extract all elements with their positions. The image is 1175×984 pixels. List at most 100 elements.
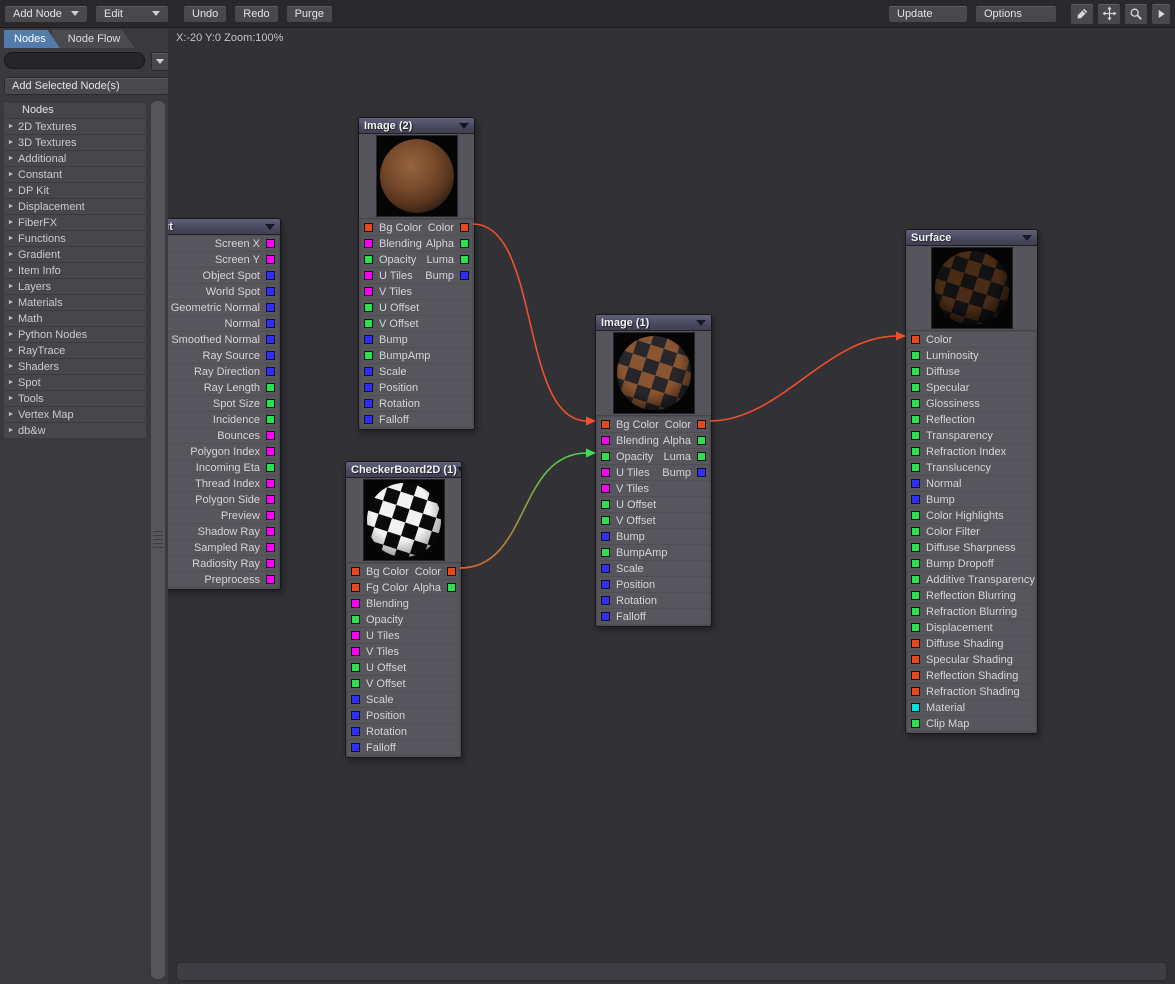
pan-tool-button[interactable] xyxy=(1097,3,1121,25)
port-input-geometric-normal-output[interactable] xyxy=(266,303,275,312)
port-input-normal-output[interactable] xyxy=(266,319,275,328)
port-input-shadow-ray-output[interactable] xyxy=(266,527,275,536)
node-title-image2[interactable]: Image (2) xyxy=(359,118,474,134)
sidebar-item-python-nodes[interactable]: ►Python Nodes xyxy=(4,327,146,342)
port-image1-bump-input[interactable] xyxy=(601,532,610,541)
port-surface-clip-map-input[interactable] xyxy=(911,719,920,728)
port-image1-color-output[interactable] xyxy=(697,420,706,429)
port-surface-material-input[interactable] xyxy=(911,703,920,712)
port-checkerboard2d-color-output[interactable] xyxy=(447,567,456,576)
canvas-horizontal-scrollbar[interactable] xyxy=(176,962,1167,981)
node-title-image1[interactable]: Image (1) xyxy=(596,315,711,331)
port-image1-v-tiles-input[interactable] xyxy=(601,484,610,493)
port-surface-refraction-shading-input[interactable] xyxy=(911,687,920,696)
port-surface-refraction-index-input[interactable] xyxy=(911,447,920,456)
tab-nodes[interactable]: Nodes xyxy=(4,30,60,48)
port-input-sampled-ray-output[interactable] xyxy=(266,543,275,552)
port-input-polygon-side-output[interactable] xyxy=(266,495,275,504)
sidebar-item-item-info[interactable]: ►Item Info xyxy=(4,263,146,278)
port-input-smoothed-normal-output[interactable] xyxy=(266,335,275,344)
port-input-object-spot-output[interactable] xyxy=(266,271,275,280)
add-node-dropdown[interactable]: Add Node xyxy=(4,5,88,23)
sidebar-item-fiberfx[interactable]: ►FiberFX xyxy=(4,215,146,230)
port-image1-blending-input[interactable] xyxy=(601,436,610,445)
port-image2-u-tiles-input[interactable] xyxy=(364,271,373,280)
port-image2-luma-output[interactable] xyxy=(460,255,469,264)
port-input-ray-direction-output[interactable] xyxy=(266,367,275,376)
port-surface-translucency-input[interactable] xyxy=(911,463,920,472)
port-surface-transparency-input[interactable] xyxy=(911,431,920,440)
port-surface-specular-input[interactable] xyxy=(911,383,920,392)
port-surface-color-highlights-input[interactable] xyxy=(911,511,920,520)
port-checkerboard2d-opacity-input[interactable] xyxy=(351,615,360,624)
port-input-preprocess-output[interactable] xyxy=(266,575,275,584)
port-image1-luma-output[interactable] xyxy=(697,452,706,461)
port-input-incoming-eta-output[interactable] xyxy=(266,463,275,472)
port-surface-additive-transparency-input[interactable] xyxy=(911,575,920,584)
sidebar-item-3d-textures[interactable]: ►3D Textures xyxy=(4,135,146,150)
port-input-radiosity-ray-output[interactable] xyxy=(266,559,275,568)
port-image2-opacity-input[interactable] xyxy=(364,255,373,264)
port-image2-bumpamp-input[interactable] xyxy=(364,351,373,360)
port-surface-diffuse-shading-input[interactable] xyxy=(911,639,920,648)
port-image1-u-tiles-input[interactable] xyxy=(601,468,610,477)
port-checkerboard2d-u-offset-input[interactable] xyxy=(351,663,360,672)
node-title-input[interactable]: Input xyxy=(168,219,280,235)
port-image2-position-input[interactable] xyxy=(364,383,373,392)
port-image2-rotation-input[interactable] xyxy=(364,399,373,408)
port-checkerboard2d-rotation-input[interactable] xyxy=(351,727,360,736)
purge-button[interactable]: Purge xyxy=(286,5,333,23)
node-search-input[interactable] xyxy=(4,52,145,69)
sidebar-item-db-w[interactable]: ►db&w xyxy=(4,423,146,438)
port-checkerboard2d-falloff-input[interactable] xyxy=(351,743,360,752)
tab-node-flow[interactable]: Node Flow xyxy=(52,30,135,48)
port-surface-luminosity-input[interactable] xyxy=(911,351,920,360)
port-checkerboard2d-fg-color-input[interactable] xyxy=(351,583,360,592)
sidebar-item-additional[interactable]: ►Additional xyxy=(4,151,146,166)
port-input-screen-x-output[interactable] xyxy=(266,239,275,248)
port-input-screen-y-output[interactable] xyxy=(266,255,275,264)
sidebar-item-dp-kit[interactable]: ►DP Kit xyxy=(4,183,146,198)
sidebar-item-shaders[interactable]: ►Shaders xyxy=(4,359,146,374)
port-image2-v-tiles-input[interactable] xyxy=(364,287,373,296)
sidebar-item-tools[interactable]: ►Tools xyxy=(4,391,146,406)
sidebar-item-raytrace[interactable]: ►RayTrace xyxy=(4,343,146,358)
port-image1-position-input[interactable] xyxy=(601,580,610,589)
draw-wire-tool-button[interactable] xyxy=(1070,3,1094,25)
port-image2-v-offset-input[interactable] xyxy=(364,319,373,328)
port-surface-diffuse-input[interactable] xyxy=(911,367,920,376)
port-input-thread-index-output[interactable] xyxy=(266,479,275,488)
port-surface-displacement-input[interactable] xyxy=(911,623,920,632)
redo-button[interactable]: Redo xyxy=(234,5,278,23)
sidebar-item-math[interactable]: ►Math xyxy=(4,311,146,326)
port-surface-normal-input[interactable] xyxy=(911,479,920,488)
node-title-checkerboard2d[interactable]: CheckerBoard2D (1) xyxy=(346,462,461,478)
sidebar-item-materials[interactable]: ►Materials xyxy=(4,295,146,310)
port-image1-bumpamp-input[interactable] xyxy=(601,548,610,557)
sidebar-scrollbar[interactable] xyxy=(150,100,166,980)
port-image2-u-offset-input[interactable] xyxy=(364,303,373,312)
port-input-world-spot-output[interactable] xyxy=(266,287,275,296)
port-image2-bg-color-input[interactable] xyxy=(364,223,373,232)
edit-dropdown[interactable]: Edit xyxy=(95,5,169,23)
port-image1-falloff-input[interactable] xyxy=(601,612,610,621)
port-checkerboard2d-v-tiles-input[interactable] xyxy=(351,647,360,656)
port-image2-bump-input[interactable] xyxy=(364,335,373,344)
port-surface-color-filter-input[interactable] xyxy=(911,527,920,536)
port-input-incidence-output[interactable] xyxy=(266,415,275,424)
port-image1-alpha-output[interactable] xyxy=(697,436,706,445)
port-surface-glossiness-input[interactable] xyxy=(911,399,920,408)
port-checkerboard2d-v-offset-input[interactable] xyxy=(351,679,360,688)
port-checkerboard2d-bg-color-input[interactable] xyxy=(351,567,360,576)
port-image2-scale-input[interactable] xyxy=(364,367,373,376)
options-button[interactable]: Options xyxy=(975,5,1057,23)
sidebar-item-displacement[interactable]: ►Displacement xyxy=(4,199,146,214)
port-image1-opacity-input[interactable] xyxy=(601,452,610,461)
node-title-surface[interactable]: Surface xyxy=(906,230,1037,246)
port-input-ray-length-output[interactable] xyxy=(266,383,275,392)
port-checkerboard2d-position-input[interactable] xyxy=(351,711,360,720)
sidebar-item-functions[interactable]: ►Functions xyxy=(4,231,146,246)
port-image2-color-output[interactable] xyxy=(460,223,469,232)
sidebar-item-constant[interactable]: ►Constant xyxy=(4,167,146,182)
sidebar-item-vertex-map[interactable]: ►Vertex Map xyxy=(4,407,146,422)
